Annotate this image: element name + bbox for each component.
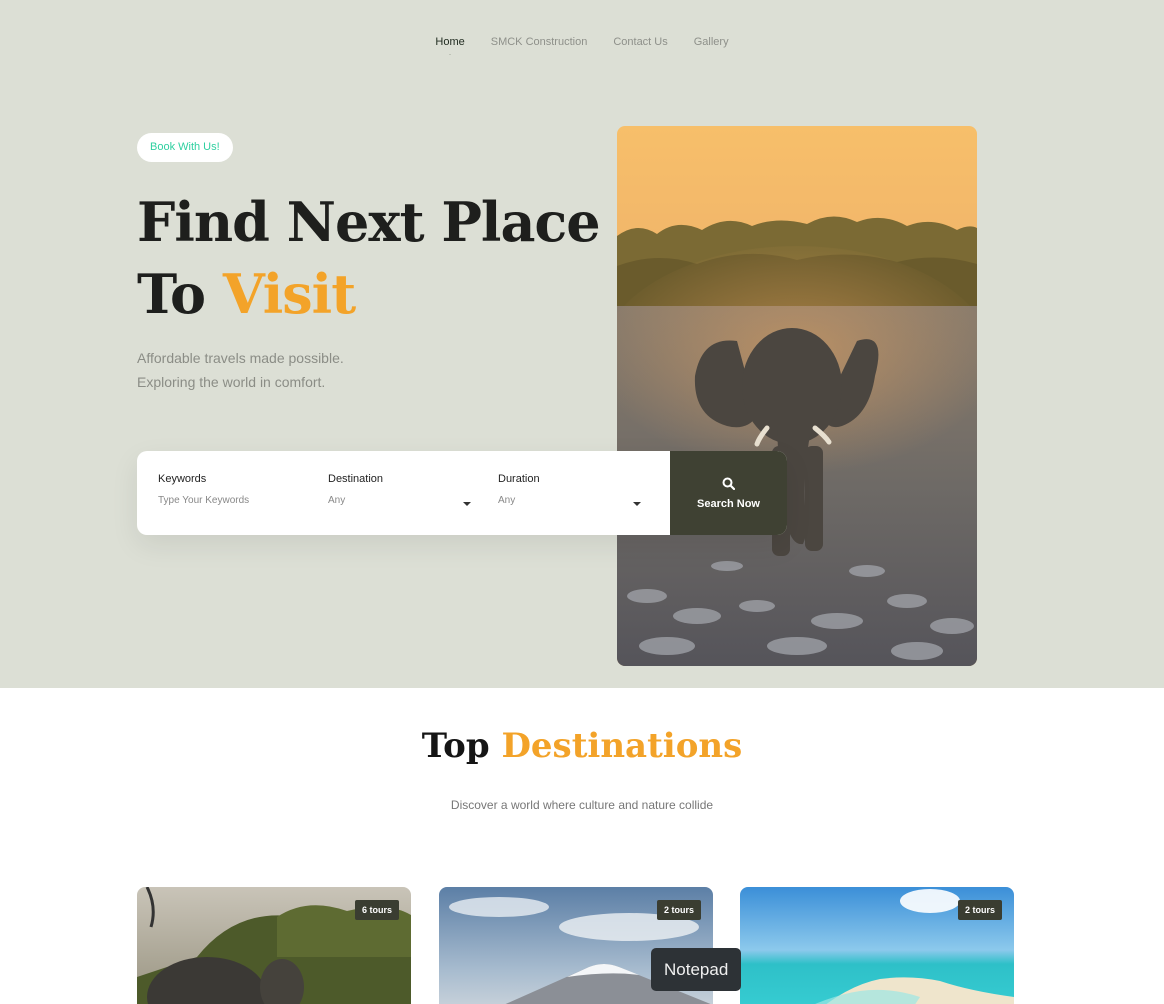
tours-count-badge: 2 tours <box>656 900 701 920</box>
destination-select[interactable]: Destination Any <box>307 451 477 535</box>
destinations-title: Top Destinations <box>0 726 1164 766</box>
keywords-input[interactable]: Type Your Keywords <box>158 495 307 506</box>
nav-contact-us[interactable]: Contact Us <box>613 36 667 48</box>
duration-label: Duration <box>498 473 540 485</box>
keywords-label: Keywords <box>158 473 207 485</box>
destination-value[interactable]: Any <box>328 495 477 506</box>
search-now-label: Search Now <box>697 497 760 510</box>
search-icon <box>722 477 735 490</box>
destination-card[interactable]: 2 tours <box>740 887 1014 1004</box>
headline-accent: Visit <box>222 262 356 326</box>
tours-count-badge: 6 tours <box>354 900 399 920</box>
hero-elephant-image <box>617 126 977 666</box>
duration-select[interactable]: Duration Any <box>477 451 647 535</box>
headline-to: To <box>137 262 223 326</box>
caret-down-icon <box>633 502 641 506</box>
nav-home[interactable]: Home <box>435 36 465 55</box>
headline-line1: Find Next Place <box>137 190 601 254</box>
caret-down-icon <box>463 502 471 506</box>
duration-value[interactable]: Any <box>498 495 647 506</box>
nav-gallery[interactable]: Gallery <box>694 36 729 48</box>
nav-smck-construction[interactable]: SMCK Construction <box>491 36 588 48</box>
destinations-title-part1: Top <box>421 726 502 766</box>
hero-subtext-line1: Affordable travels made possible. <box>137 350 344 366</box>
destinations-title-accent: Destinations <box>501 726 743 766</box>
hero-headline: Find Next Place To Visit <box>137 186 601 330</box>
hero-section: Home SMCK Construction Contact Us Galler… <box>0 0 1164 688</box>
destination-label: Destination <box>328 473 384 485</box>
notepad-tooltip: Notepad <box>651 948 742 991</box>
main-nav: Home SMCK Construction Contact Us Galler… <box>0 36 1164 55</box>
tours-count-badge: 2 tours <box>957 900 1002 920</box>
search-box: Keywords Type Your Keywords Destination … <box>137 451 787 535</box>
keywords-field[interactable]: Keywords Type Your Keywords <box>137 451 307 535</box>
search-now-button[interactable]: Search Now <box>670 451 787 535</box>
hero-subtext-line2: Exploring the world in comfort. <box>137 374 326 390</box>
book-with-us-badge[interactable]: Book With Us! <box>137 133 233 162</box>
destinations-subtitle: Discover a world where culture and natur… <box>450 798 714 812</box>
destination-card[interactable]: 6 tours <box>137 887 411 1004</box>
hero-subtext: Affordable travels made possible. Explor… <box>137 346 344 394</box>
